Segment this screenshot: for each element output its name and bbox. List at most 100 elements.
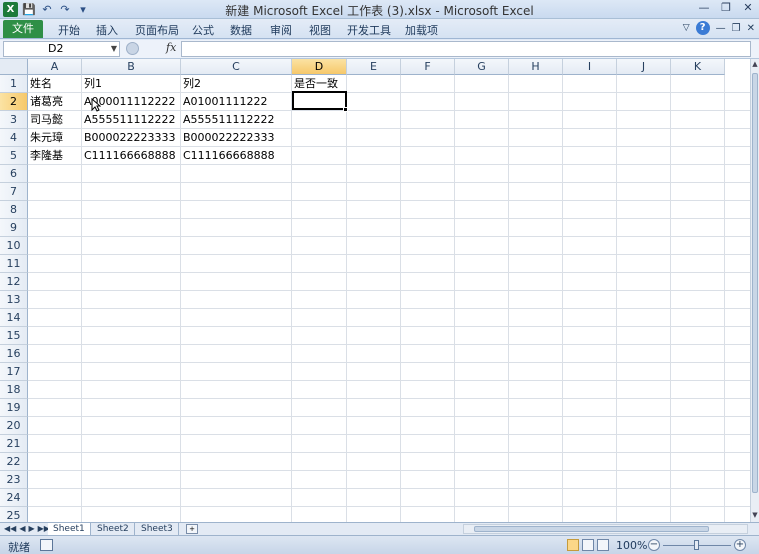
row-header-6[interactable]: 6 [0, 165, 28, 183]
column-header-k[interactable]: K [671, 59, 725, 75]
column-header-e[interactable]: E [347, 59, 401, 75]
tab-page-layout[interactable]: 页面布局 [135, 22, 179, 38]
sheet-tab-sheet2[interactable]: Sheet2 [92, 523, 135, 535]
prev-sheet-icon[interactable]: ◀ [19, 523, 25, 535]
tab-review[interactable]: 审阅 [270, 22, 292, 38]
cell-c2[interactable]: A01001111222 [181, 93, 268, 111]
restore-workbook-icon[interactable]: ❐ [732, 23, 741, 34]
scroll-down-icon[interactable]: ▼ [751, 511, 759, 521]
row-header-25[interactable]: 25 [0, 507, 28, 522]
worksheet-grid[interactable]: A B C D E F G H I J K 1 2 3 4 5 6 7 8 9 10 11 12 13 14 15 16 17 18 19… [0, 59, 750, 522]
formula-input[interactable] [181, 41, 751, 57]
ribbon-collapse-icon[interactable]: ▽ [683, 23, 690, 33]
zoom-slider-thumb[interactable] [694, 540, 699, 550]
column-header-i[interactable]: I [563, 59, 617, 75]
close-icon[interactable]: ✕ [741, 1, 755, 15]
cell-c5[interactable]: C111166668888 [181, 147, 275, 165]
row-header-19[interactable]: 19 [0, 399, 28, 417]
zoom-level[interactable]: 100% [616, 539, 647, 552]
cell-b4[interactable]: B000022223333 [82, 129, 176, 147]
column-header-h[interactable]: H [509, 59, 563, 75]
insert-sheet-icon[interactable]: + [186, 524, 198, 534]
tab-developer[interactable]: 开发工具 [347, 22, 391, 38]
sheet-tab-sheet1[interactable]: Sheet1 [48, 523, 91, 535]
column-header-c[interactable]: C [181, 59, 292, 75]
column-gridline [400, 75, 401, 522]
close-workbook-icon[interactable]: ✕ [747, 23, 755, 34]
page-layout-view-icon[interactable] [582, 539, 594, 551]
first-sheet-icon[interactable]: ◀◀ [4, 523, 16, 535]
page-break-view-icon[interactable] [597, 539, 609, 551]
tab-formulas[interactable]: 公式 [192, 22, 214, 38]
row-header-12[interactable]: 12 [0, 273, 28, 291]
next-sheet-icon[interactable]: ▶ [28, 523, 34, 535]
tab-addins[interactable]: 加载项 [405, 22, 438, 38]
vertical-scroll-thumb[interactable] [752, 73, 758, 493]
row-header-8[interactable]: 8 [0, 201, 28, 219]
row-header-14[interactable]: 14 [0, 309, 28, 327]
cell-a5[interactable]: 李隆基 [28, 147, 63, 165]
row-header-5[interactable]: 5 [0, 147, 28, 165]
column-header-b[interactable]: B [82, 59, 181, 75]
row-header-18[interactable]: 18 [0, 381, 28, 399]
tab-file[interactable]: 文件 [3, 20, 43, 38]
row-header-1[interactable]: 1 [0, 75, 28, 93]
cell-b5[interactable]: C111166668888 [82, 147, 176, 165]
scroll-up-icon[interactable]: ▲ [751, 60, 759, 70]
name-box[interactable]: D2 ▼ [3, 41, 120, 57]
row-header-15[interactable]: 15 [0, 327, 28, 345]
row-header-24[interactable]: 24 [0, 489, 28, 507]
cell-a2[interactable]: 诸葛亮 [28, 93, 63, 111]
tab-data[interactable]: 数据 [230, 22, 252, 38]
cancel-entry-icon[interactable] [126, 42, 139, 55]
row-header-21[interactable]: 21 [0, 435, 28, 453]
macro-record-icon[interactable] [40, 539, 53, 551]
cell-b1[interactable]: 列1 [82, 75, 102, 93]
cell-c3[interactable]: A555511112222 [181, 111, 275, 129]
row-header-2[interactable]: 2 [0, 93, 28, 111]
fill-handle[interactable] [343, 107, 348, 112]
row-header-9[interactable]: 9 [0, 219, 28, 237]
row-header-11[interactable]: 11 [0, 255, 28, 273]
row-header-16[interactable]: 16 [0, 345, 28, 363]
cell-c1[interactable]: 列2 [181, 75, 201, 93]
cell-a4[interactable]: 朱元璋 [28, 129, 63, 147]
row-header-3[interactable]: 3 [0, 111, 28, 129]
row-header-22[interactable]: 22 [0, 453, 28, 471]
tab-view[interactable]: 视图 [309, 22, 331, 38]
select-all-corner[interactable] [0, 59, 28, 75]
cell-a1[interactable]: 姓名 [28, 75, 52, 93]
sheet-tab-sheet3[interactable]: Sheet3 [136, 523, 179, 535]
normal-view-icon[interactable] [567, 539, 579, 551]
vertical-scrollbar[interactable]: ▲ ▼ [750, 59, 759, 522]
cell-c4[interactable]: B000022222333 [181, 129, 275, 147]
mouse-cursor-icon [91, 98, 101, 112]
row-header-7[interactable]: 7 [0, 183, 28, 201]
row-header-4[interactable]: 4 [0, 129, 28, 147]
zoom-out-icon[interactable]: − [648, 539, 660, 551]
insert-function-icon[interactable]: fx [166, 41, 176, 54]
horizontal-scroll-thumb[interactable] [474, 526, 709, 532]
column-header-f[interactable]: F [401, 59, 455, 75]
chevron-down-icon[interactable]: ▼ [111, 42, 117, 56]
cell-b3[interactable]: A555511112222 [82, 111, 176, 129]
row-header-23[interactable]: 23 [0, 471, 28, 489]
column-header-d[interactable]: D [292, 59, 347, 75]
tab-home[interactable]: 开始 [58, 22, 80, 38]
minimize-icon[interactable]: — [697, 1, 711, 15]
column-header-a[interactable]: A [28, 59, 82, 75]
tab-insert[interactable]: 插入 [96, 22, 118, 38]
column-header-g[interactable]: G [455, 59, 509, 75]
restore-icon[interactable]: ❐ [719, 1, 733, 15]
zoom-in-icon[interactable]: + [734, 539, 746, 551]
cell-a3[interactable]: 司马懿 [28, 111, 63, 129]
horizontal-scrollbar[interactable] [463, 524, 748, 534]
row-header-20[interactable]: 20 [0, 417, 28, 435]
help-icon[interactable]: ? [695, 21, 710, 35]
column-header-j[interactable]: J [617, 59, 671, 75]
minimize-workbook-icon[interactable]: — [716, 23, 726, 34]
active-cell-border[interactable] [292, 91, 347, 110]
row-header-13[interactable]: 13 [0, 291, 28, 309]
row-header-10[interactable]: 10 [0, 237, 28, 255]
row-header-17[interactable]: 17 [0, 363, 28, 381]
